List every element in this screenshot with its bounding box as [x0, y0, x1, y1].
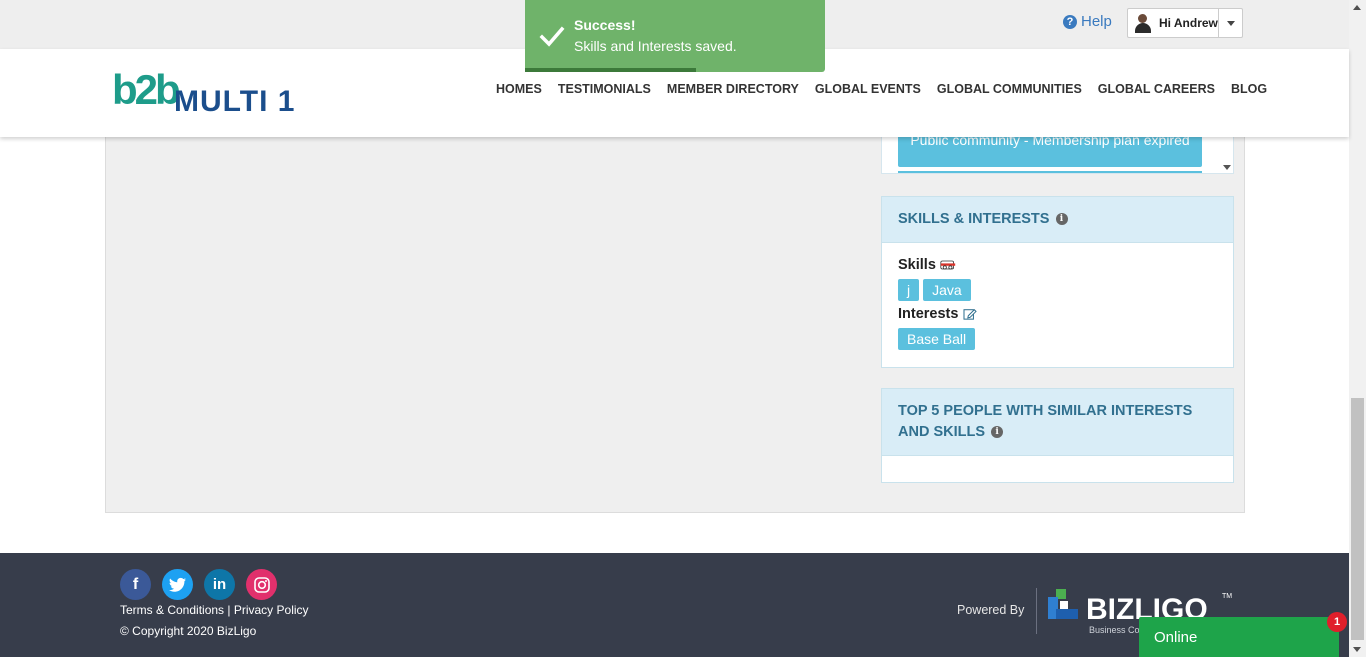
similar-people-widget: TOP 5 PEOPLE WITH SIMILAR INTERESTS AND … — [881, 388, 1234, 483]
user-greeting: Hi Andrew — [1159, 16, 1218, 30]
chat-label: Online — [1154, 629, 1198, 646]
similar-people-title: TOP 5 PEOPLE WITH SIMILAR INTERESTS AND … — [898, 403, 1193, 440]
scrollbar-thumb[interactable] — [1351, 398, 1364, 640]
avatar — [1134, 13, 1152, 33]
user-menu-button[interactable]: Hi Andrew — [1127, 8, 1243, 38]
social-links: f in — [120, 569, 277, 600]
nav-global-careers[interactable]: GLOBAL CAREERS — [1090, 82, 1223, 96]
edit-skills-icon[interactable] — [940, 259, 956, 271]
skills-interests-widget: SKILLS & INTERESTS i Skills j Java Inter… — [881, 196, 1234, 368]
nav-global-events[interactable]: GLOBAL EVENTS — [807, 82, 929, 96]
instagram-icon[interactable] — [246, 569, 277, 600]
similar-people-header: TOP 5 PEOPLE WITH SIMILAR INTERESTS AND … — [882, 389, 1233, 456]
page-scrollbar[interactable] — [1349, 0, 1366, 657]
interests-row: Interests — [898, 306, 1217, 322]
scroll-down-arrow[interactable] — [1353, 647, 1361, 652]
footer-link-separator: | — [224, 603, 234, 617]
help-label: Help — [1081, 13, 1112, 30]
chat-notification-badge: 1 — [1327, 612, 1347, 632]
scroll-up-arrow[interactable] — [1353, 5, 1361, 10]
instagram-camera-icon — [253, 576, 270, 593]
interest-tag[interactable]: Base Ball — [898, 328, 976, 350]
skills-tags: j Java — [898, 279, 1217, 301]
chat-online-button[interactable]: Online — [1139, 617, 1339, 657]
skills-label: Skills — [898, 257, 936, 273]
community-scroll-down-arrow[interactable] — [1223, 165, 1231, 170]
terms-link[interactable]: Terms & Conditions — [120, 603, 224, 617]
logo-name: MULTI 1 — [174, 85, 296, 118]
info-icon[interactable]: i — [991, 426, 1004, 439]
facebook-icon[interactable]: f — [120, 569, 151, 600]
logo-b2b: b2b — [112, 66, 181, 113]
footer-divider — [1036, 588, 1037, 634]
skills-interests-title: SKILLS & INTERESTS — [898, 211, 1050, 227]
interests-label: Interests — [898, 306, 959, 322]
skills-interests-body: Skills j Java Interests Base Ball — [882, 243, 1233, 369]
privacy-link[interactable]: Privacy Policy — [234, 603, 309, 617]
powered-by-label: Powered By — [957, 603, 1025, 617]
footer-links: Terms & Conditions | Privacy Policy — [120, 603, 309, 617]
bizligo-subtitle: Business Co — [1089, 625, 1140, 635]
nav-global-communities[interactable]: GLOBAL COMMUNITIES — [929, 82, 1090, 96]
user-menu-dropdown-toggle[interactable] — [1218, 9, 1242, 37]
caret-down-icon — [1226, 20, 1235, 26]
nav-homes[interactable]: HOMES — [488, 82, 550, 96]
nav-testimonials[interactable]: TESTIMONIALS — [550, 82, 659, 96]
question-circle-icon: ? — [1063, 14, 1077, 29]
bizligo-tm: TM — [1222, 593, 1233, 600]
twitter-icon[interactable] — [162, 569, 193, 600]
skills-row: Skills — [898, 257, 1217, 273]
check-icon — [539, 26, 565, 47]
bizligo-mark-icon — [1048, 589, 1078, 619]
nav-blog[interactable]: BLOG — [1223, 82, 1275, 96]
site-logo[interactable]: b2b MULTI 1 — [112, 63, 312, 123]
twitter-bird-icon — [168, 577, 186, 592]
nav-member-directory[interactable]: MEMBER DIRECTORY — [659, 82, 807, 96]
copyright: © Copyright 2020 BizLigo — [120, 624, 257, 638]
help-link[interactable]: ? Help — [1063, 13, 1112, 30]
linkedin-icon[interactable]: in — [204, 569, 235, 600]
skills-interests-header: SKILLS & INTERESTS i — [882, 197, 1233, 243]
main-nav: HOMES TESTIMONIALS MEMBER DIRECTORY GLOB… — [488, 82, 1275, 96]
toast-title: Success! — [574, 17, 636, 33]
interests-tags: Base Ball — [898, 328, 1217, 350]
toast-progress-bar — [525, 68, 696, 72]
success-toast[interactable]: Success! Skills and Interests saved. — [525, 0, 825, 72]
info-icon[interactable]: i — [1055, 213, 1068, 226]
skill-tag[interactable]: Java — [923, 279, 971, 301]
edit-interests-icon[interactable] — [962, 308, 978, 320]
community-divider — [898, 171, 1202, 173]
skill-tag[interactable]: j — [898, 279, 920, 301]
toast-message: Skills and Interests saved. — [574, 38, 737, 54]
